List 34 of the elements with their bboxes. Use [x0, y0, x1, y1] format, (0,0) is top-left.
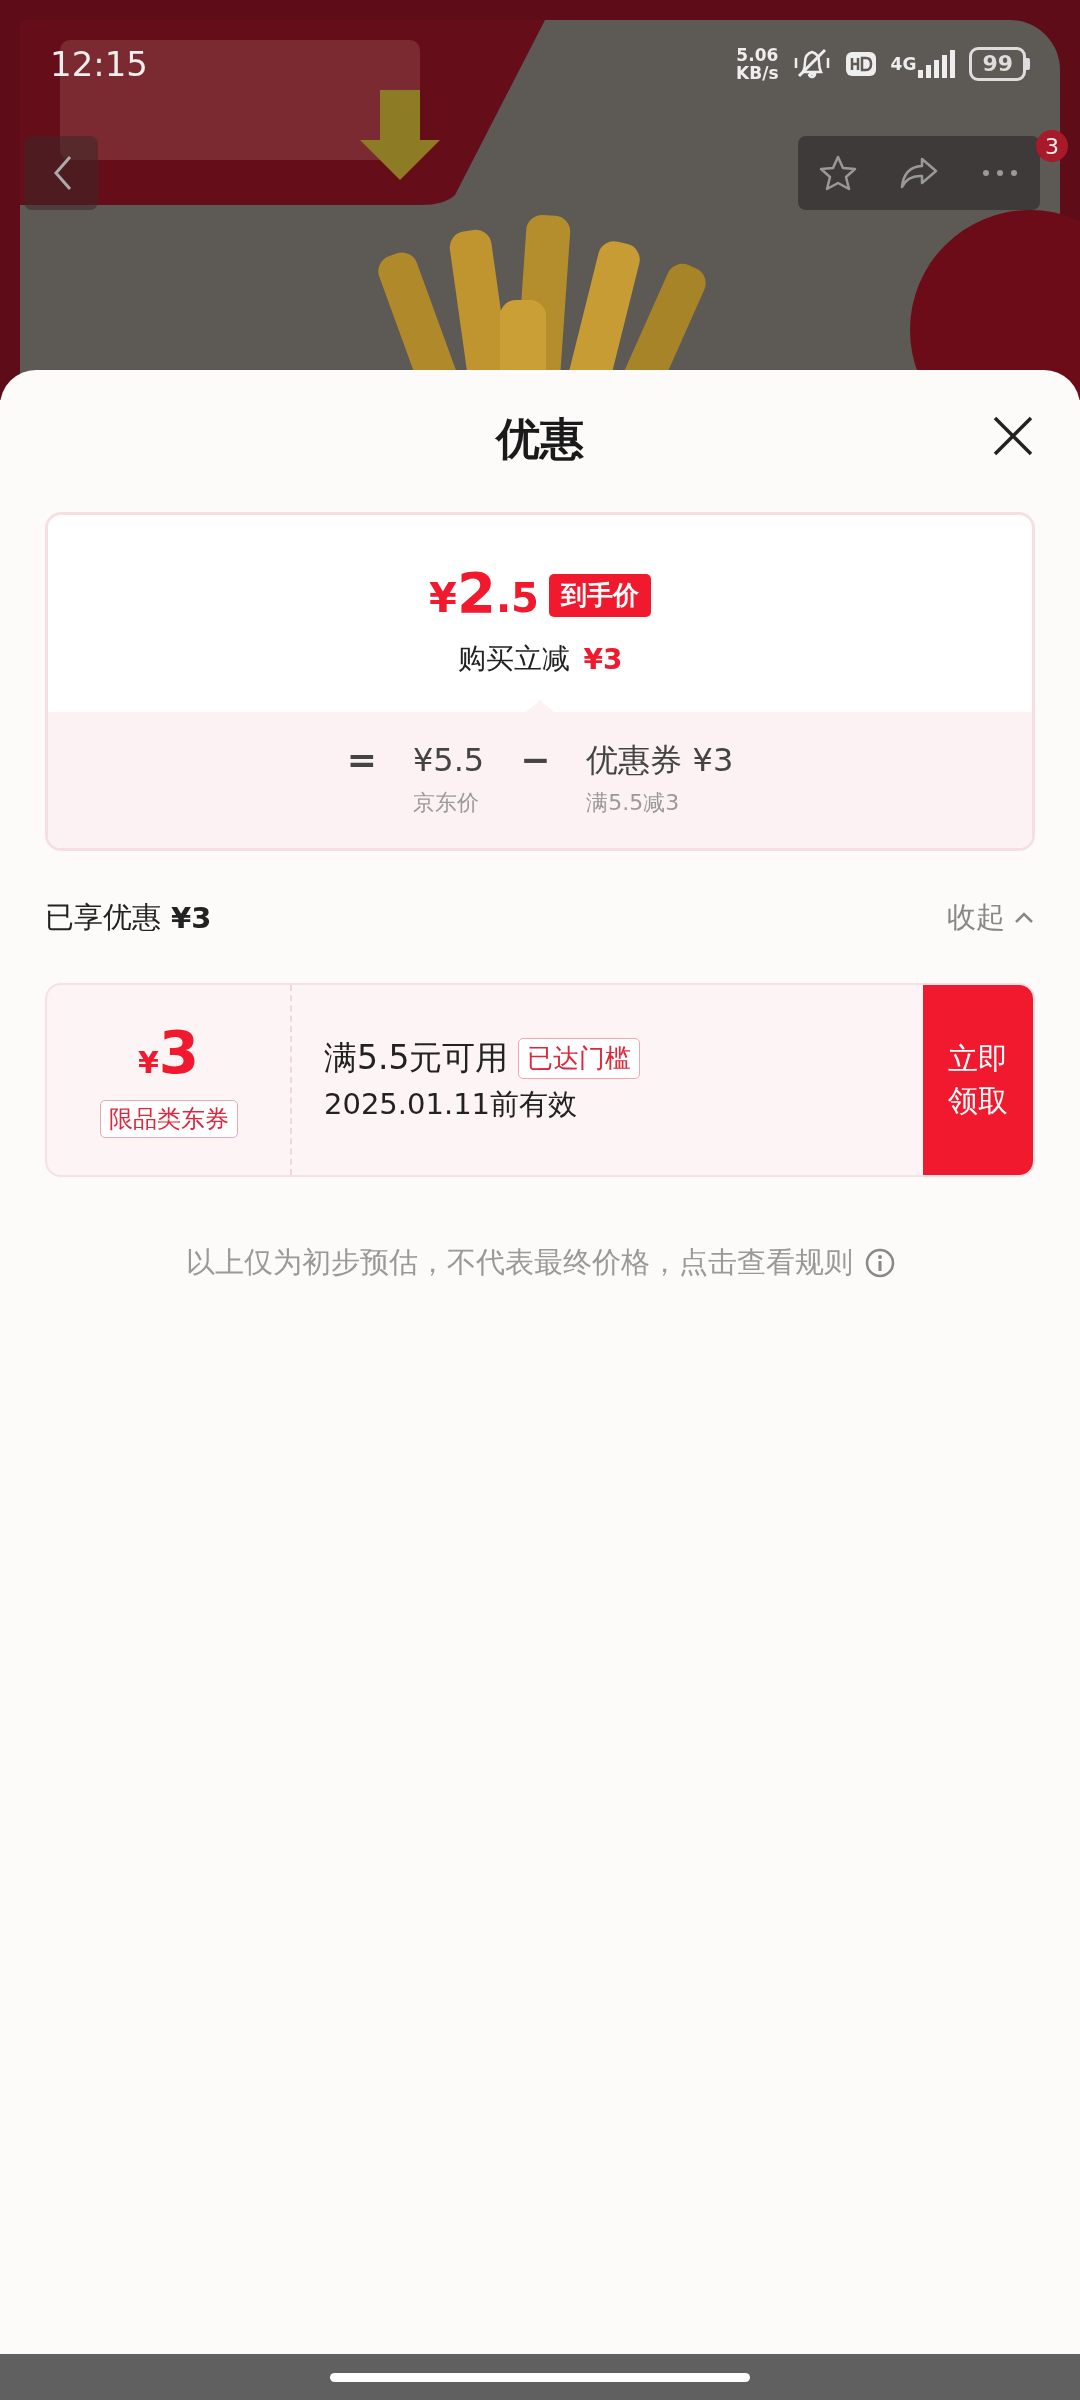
equals-sign: =	[346, 738, 377, 782]
collapse-button[interactable]: 收起	[947, 898, 1035, 938]
threshold-tag: 已达门槛	[518, 1037, 641, 1079]
final-price: ¥2.5	[429, 563, 539, 627]
more-icon	[981, 169, 1018, 177]
network-type: 4G	[890, 54, 917, 74]
share-icon	[898, 155, 940, 191]
sheet-title: 优惠	[496, 411, 584, 466]
applied-label: 已享优惠	[45, 899, 161, 936]
coupon-validity: 2025.01.11前有效	[324, 1085, 579, 1123]
base-price: ¥5.5	[412, 740, 485, 781]
coupon-amount: ¥3	[137, 1022, 200, 1089]
disclaimer-text[interactable]: 以上仅为初步预估，不代表最终价格，点击查看规则	[185, 1243, 853, 1283]
minus-sign: −	[520, 738, 551, 782]
coupon-scope: 限品类东券	[99, 1100, 238, 1138]
claim-button[interactable]: 立即领取	[923, 985, 1033, 1175]
star-icon	[818, 154, 859, 192]
hd-icon	[844, 50, 877, 78]
info-icon[interactable]	[864, 1248, 895, 1278]
reduction-amount: ¥3	[583, 642, 623, 676]
reduction-label: 购买立减	[457, 641, 570, 677]
close-icon	[991, 414, 1035, 458]
price-tag: 到手价	[548, 574, 651, 617]
coupon-condition: 满5.5元可用	[324, 1036, 509, 1079]
coupon-discount: 优惠券 ¥3	[586, 740, 734, 781]
back-button[interactable]	[24, 136, 98, 210]
applied-amount: ¥3	[171, 901, 212, 935]
coupon-rule: 满5.5减3	[586, 789, 680, 817]
base-price-label: 京东价	[412, 789, 479, 817]
network-speed-value: 5.06	[736, 46, 779, 64]
home-indicator[interactable]	[330, 2372, 750, 2382]
network-speed-unit: KB/s	[736, 64, 779, 82]
clock-time: 12:15	[50, 44, 148, 84]
signal-icon	[918, 50, 956, 78]
